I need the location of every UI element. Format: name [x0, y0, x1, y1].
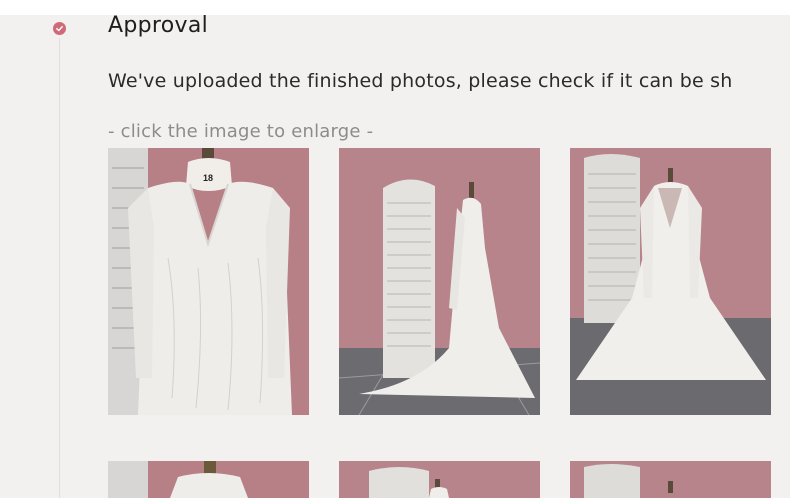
dress-photo-4[interactable] [108, 461, 309, 498]
check-circle-icon [53, 22, 66, 35]
dress-photo-front-closeup[interactable]: 18 [108, 148, 309, 415]
dress-photo-back-view[interactable] [570, 148, 771, 415]
step-description: We've uploaded the finished photos, plea… [108, 70, 733, 92]
dress-photo-5[interactable] [339, 461, 540, 498]
timeline-line [59, 38, 60, 498]
step-title: Approval [108, 13, 209, 38]
dress-photo-side-view[interactable] [339, 148, 540, 415]
dress-photo-6[interactable] [570, 461, 771, 498]
mannequin-size-label: 18 [203, 173, 213, 183]
enlarge-hint: - click the image to enlarge - [108, 121, 374, 142]
